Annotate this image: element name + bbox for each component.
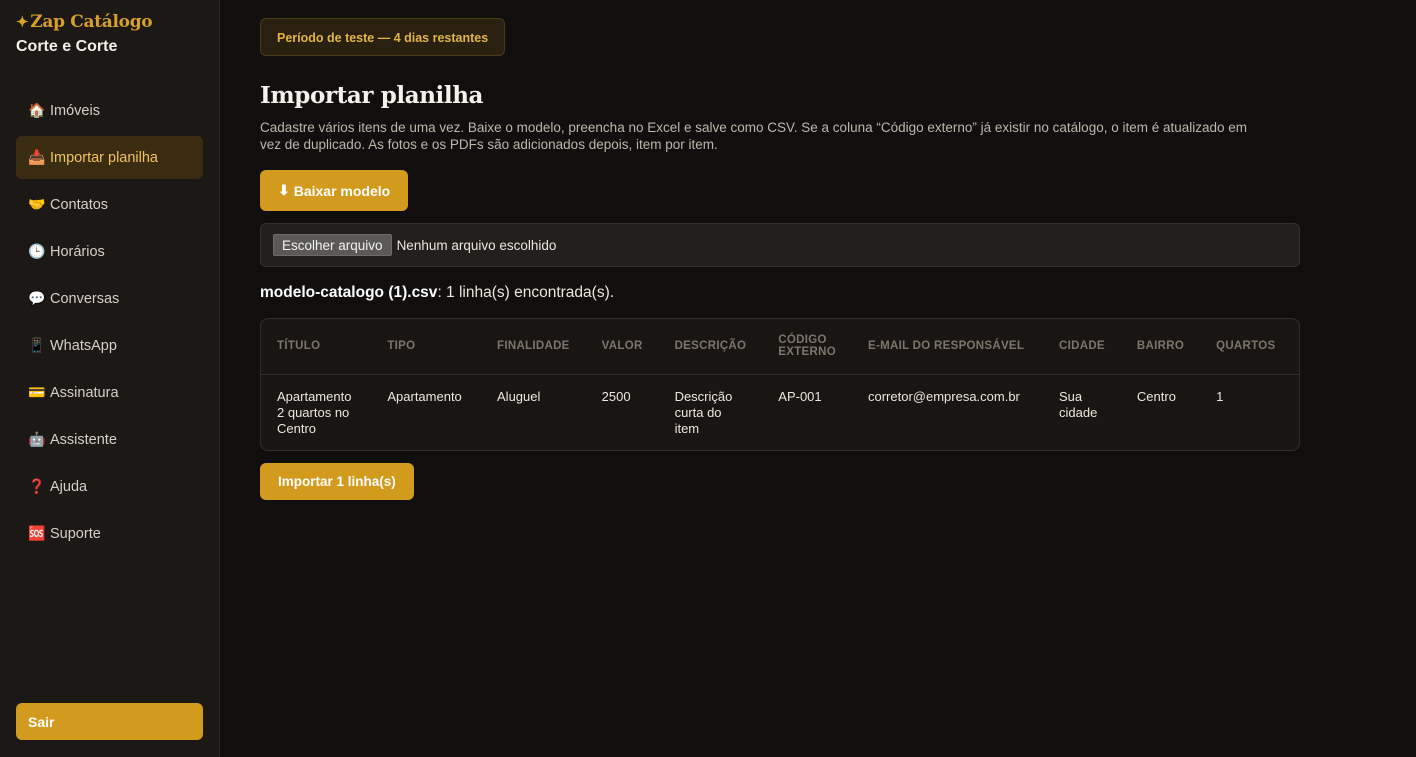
sidebar-item-conversas[interactable]: 💬 Conversas [16,277,203,320]
table-cell: corretor@empresa.com.br [867,388,1020,404]
table-header-cell: CIDADE [1043,319,1121,375]
sidebar-item-suporte[interactable]: 🆘 Suporte [16,512,203,555]
sidebar-item-label: Ajuda [50,478,88,495]
table-cell: 1 [1216,388,1224,404]
summary-count-text: : 1 linha(s) encontrada(s). [437,284,615,301]
import-summary: modelo-catalogo (1).csv: 1 linha(s) enco… [260,284,1416,302]
table-cell: Aluguel [497,388,541,404]
logout-button[interactable]: Sair [16,703,203,740]
preview-table: TÍTULO TIPO FINALIDADE VALOR DESCRIÇÃO CÓDIGO… [261,319,1299,450]
house-icon: 🏠 [28,102,46,118]
sidebar: ✦ Zap Catálogo Corte e Corte 🏠 Imóveis 📥 Imp… [0,0,220,757]
trial-banner: Período de teste — 4 dias restantes [260,18,506,56]
table-cell: 2500 [601,388,631,404]
sidebar-item-imoveis[interactable]: 🏠 Imóveis [16,89,203,132]
sidebar-item-assinatura[interactable]: 💳 Assinatura [16,371,203,414]
credit-card-icon: 💳 [28,384,46,400]
sos-icon: 🆘 [28,525,46,541]
main-content: Período de teste — 4 dias restantes Impo… [220,0,1416,757]
sidebar-nav: 🏠 Imóveis 📥 Importar planilha 🤝 Contatos 🕒 Horá… [16,89,203,555]
sparkle-icon: ✦ [16,13,29,31]
sidebar-item-label: Assinatura [50,384,119,401]
sidebar-item-label: Importar planilha [50,149,158,166]
table-cell: Apartamento [387,388,462,404]
table-cell: Centro [1136,388,1176,404]
table-body: Apartamento 2 quartos no Centro Apartamen… [261,374,1299,450]
table-row: Apartamento 2 quartos no Centro Apartamen… [261,374,1299,450]
table-header-cell: DESCRIÇÃO [658,319,763,375]
download-arrow-icon: ⬇ [278,182,290,198]
sidebar-item-whatsapp[interactable]: 📱 WhatsApp [16,324,203,367]
table-header-cell: FINALIDADE [481,319,586,375]
page-description: Cadastre vários itens de uma vez. Baixe … [260,120,1248,152]
table-header-cell: QUARTOS [1200,319,1299,375]
mobile-phone-icon: 📱 [28,337,46,353]
table-header-cell: TÍTULO [261,319,372,375]
sidebar-item-assistente[interactable]: 🤖 Assistente [16,418,203,461]
table-cell: AP-001 [778,388,822,404]
sidebar-item-importar-planilha[interactable]: 📥 Importar planilha [16,136,203,179]
download-template-button[interactable]: ⬇ Baixar modelo [260,170,409,211]
table-cell: Descrição curta do item [674,388,733,436]
brand-logo: ✦ Zap Catálogo [16,12,203,32]
question-mark-icon: ❓ [28,478,46,494]
table-header-cell: TIPO [371,319,482,375]
sidebar-item-ajuda[interactable]: ❓ Ajuda [16,465,203,508]
speech-bubble-icon: 💬 [28,290,46,306]
download-template-label: Baixar modelo [293,182,391,199]
handshake-icon: 🤝 [28,196,46,212]
sidebar-item-label: WhatsApp [50,337,117,354]
robot-icon: 🤖 [28,431,46,447]
summary-filename: modelo-catalogo (1).csv [260,284,438,301]
tenant-name: Corte e Corte [16,38,118,55]
table-cell: Sua cidade [1059,388,1098,420]
brand-name: Zap Catálogo [30,12,153,32]
table-header-cell: CÓDIGO EXTERNO [762,319,852,375]
file-status-text: Nenhum arquivo escolhido [396,237,557,253]
sidebar-item-label: Imóveis [50,102,100,119]
page-title: Importar planilha [260,82,484,109]
sidebar-item-contatos[interactable]: 🤝 Contatos [16,183,203,226]
sidebar-item-label: Horários [50,243,105,260]
table-header-row: TÍTULO TIPO FINALIDADE VALOR DESCRIÇÃO CÓDIGO… [261,319,1299,375]
inbox-tray-icon: 📥 [28,149,46,165]
table-cell: Apartamento 2 quartos no Centro [277,388,352,436]
app-root: ✦ Zap Catálogo Corte e Corte 🏠 Imóveis 📥 Imp… [0,0,1416,757]
sidebar-item-label: Suporte [50,525,101,542]
clock-icon: 🕒 [28,243,46,259]
table-header-cell: E-MAIL DO RESPONSÁVEL [851,319,1044,375]
choose-file-button[interactable]: Escolher arquivo [273,234,392,256]
table-header-cell: BAIRRO [1120,319,1201,375]
file-input[interactable]: Escolher arquivo Nenhum arquivo escolhid… [260,223,1300,267]
import-rows-button[interactable]: Importar 1 linha(s) [260,462,414,500]
sidebar-item-horarios[interactable]: 🕒 Horários [16,230,203,273]
sidebar-item-label: Assistente [50,431,117,448]
sidebar-item-label: Contatos [50,196,109,213]
preview-table-container: TÍTULO TIPO FINALIDADE VALOR DESCRIÇÃO CÓDIGO… [260,318,1300,451]
sidebar-item-label: Conversas [50,290,120,307]
table-header-cell: VALOR [585,319,659,375]
